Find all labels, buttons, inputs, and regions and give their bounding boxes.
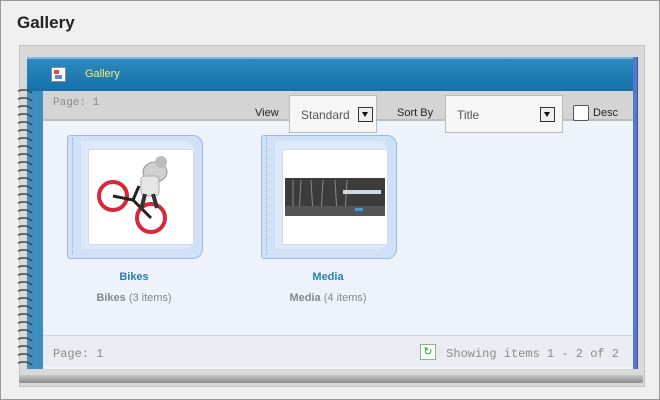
- spiral-coil: [17, 121, 33, 126]
- spiral-coil: [17, 145, 33, 150]
- spiral-coil: [17, 321, 33, 326]
- spiral-coil: [17, 289, 33, 294]
- spiral-coil: [17, 177, 33, 182]
- spiral-coil: [17, 265, 33, 270]
- desc-label: Desc: [593, 107, 619, 119]
- spiral-binding: [17, 89, 33, 366]
- spiral-coil: [17, 137, 33, 142]
- spiral-coil: [17, 113, 33, 118]
- album-item-count: Media (4 items): [289, 292, 367, 304]
- spiral-coil: [17, 129, 33, 134]
- page-indicator: Page: 1: [53, 97, 100, 109]
- spiral-coil: [17, 273, 33, 278]
- spiral-coil: [17, 297, 33, 302]
- spiral-coil: [17, 329, 33, 334]
- spiral-coil: [17, 241, 33, 246]
- spiral-coil: [17, 89, 33, 94]
- bmx-rider-photo[interactable]: [88, 149, 194, 245]
- desc-checkbox[interactable]: [573, 105, 589, 121]
- spiral-coil: [17, 153, 33, 158]
- gallery-icon: [51, 67, 66, 82]
- sort-select-value: Title: [457, 108, 480, 122]
- sort-by-label: Sort By: [397, 107, 434, 119]
- spiral-coil: [17, 345, 33, 350]
- gallery-book: Gallery Page: 1 View Standard Sort By Ti…: [17, 57, 637, 369]
- forest-banner-photo[interactable]: [282, 149, 388, 245]
- spiral-coil: [17, 305, 33, 310]
- spiral-coil: [17, 249, 33, 254]
- showing-items-text: Showing items 1 - 2 of 2: [446, 347, 619, 361]
- view-select[interactable]: Standard: [289, 95, 377, 133]
- chevron-down-icon[interactable]: [358, 107, 373, 122]
- spiral-coil: [17, 161, 33, 166]
- album-title[interactable]: Media: [261, 271, 395, 283]
- book-base: [19, 375, 643, 383]
- spiral-coil: [17, 313, 33, 318]
- spiral-coil: [17, 169, 33, 174]
- view-label: View: [255, 107, 279, 119]
- refresh-icon[interactable]: ↻: [420, 344, 436, 360]
- page-title: Gallery: [17, 13, 75, 32]
- spiral-coil: [17, 193, 33, 198]
- spiral-coil: [17, 217, 33, 222]
- spiral-coil: [17, 201, 33, 206]
- sort-select[interactable]: Title: [445, 95, 563, 133]
- footer-page-indicator: Page: 1: [53, 347, 104, 361]
- spiral-coil: [17, 105, 33, 110]
- spiral-coil: [17, 209, 33, 214]
- album-binding: [266, 138, 273, 254]
- spiral-coil: [17, 185, 33, 190]
- spiral-coil: [17, 281, 33, 286]
- chevron-down-icon[interactable]: [540, 107, 555, 122]
- header-gallery-link[interactable]: Gallery: [85, 68, 120, 80]
- spiral-coil: [17, 233, 33, 238]
- gallery-header: Gallery: [27, 57, 633, 91]
- view-select-value: Standard: [301, 108, 350, 122]
- album-title[interactable]: Bikes: [67, 271, 201, 283]
- album-binding: [72, 138, 79, 254]
- spiral-coil: [17, 337, 33, 342]
- spiral-coil: [17, 225, 33, 230]
- spiral-coil: [17, 361, 33, 366]
- spiral-coil: [17, 97, 33, 102]
- spiral-coil: [17, 257, 33, 262]
- album-item-count: Bikes (3 items): [96, 292, 172, 304]
- spiral-coil: [17, 353, 33, 358]
